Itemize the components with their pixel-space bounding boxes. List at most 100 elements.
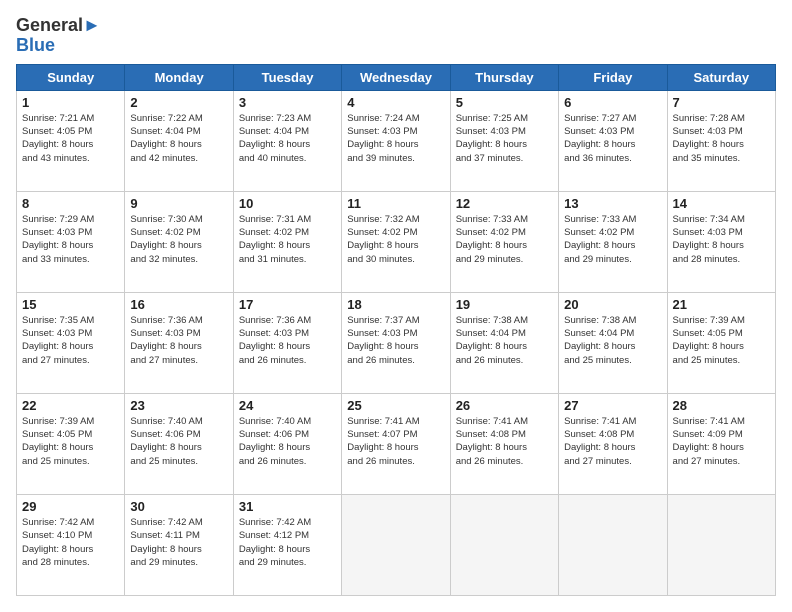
weekday-header: Friday [559,64,667,90]
calendar-cell [342,494,450,595]
calendar-cell: 8 Sunrise: 7:29 AMSunset: 4:03 PMDaylight… [17,191,125,292]
page: General► Blue SundayMondayTuesdayWednesd… [0,0,792,612]
day-info: Sunrise: 7:28 AMSunset: 4:03 PMDaylight:… [673,112,770,165]
day-info: Sunrise: 7:37 AMSunset: 4:03 PMDaylight:… [347,314,444,367]
calendar-cell: 31 Sunrise: 7:42 AMSunset: 4:12 PMDayligh… [233,494,341,595]
day-info: Sunrise: 7:24 AMSunset: 4:03 PMDaylight:… [347,112,444,165]
day-number: 4 [347,95,444,110]
calendar-cell: 2 Sunrise: 7:22 AMSunset: 4:04 PMDaylight… [125,90,233,191]
calendar-cell: 27 Sunrise: 7:41 AMSunset: 4:08 PMDayligh… [559,393,667,494]
day-info: Sunrise: 7:25 AMSunset: 4:03 PMDaylight:… [456,112,553,165]
day-number: 7 [673,95,770,110]
day-number: 28 [673,398,770,413]
day-number: 14 [673,196,770,211]
calendar-cell: 13Sunrise: 7:33 AMSunset: 4:02 PMDayligh… [559,191,667,292]
calendar-cell: 5 Sunrise: 7:25 AMSunset: 4:03 PMDaylight… [450,90,558,191]
day-info: Sunrise: 7:36 AMSunset: 4:03 PMDaylight:… [130,314,227,367]
day-info: Sunrise: 7:42 AMSunset: 4:10 PMDaylight:… [22,516,119,569]
day-info: Sunrise: 7:41 AMSunset: 4:08 PMDaylight:… [456,415,553,468]
day-info: Sunrise: 7:38 AMSunset: 4:04 PMDaylight:… [564,314,661,367]
day-number: 24 [239,398,336,413]
weekday-header: Thursday [450,64,558,90]
day-number: 15 [22,297,119,312]
calendar-cell: 25 Sunrise: 7:41 AMSunset: 4:07 PMDayligh… [342,393,450,494]
day-number: 1 [22,95,119,110]
calendar-cell: 30 Sunrise: 7:42 AMSunset: 4:11 PMDayligh… [125,494,233,595]
day-info: Sunrise: 7:42 AMSunset: 4:12 PMDaylight:… [239,516,336,569]
day-number: 27 [564,398,661,413]
calendar-cell [450,494,558,595]
day-info: Sunrise: 7:41 AMSunset: 4:08 PMDaylight:… [564,415,661,468]
day-info: Sunrise: 7:39 AMSunset: 4:05 PMDaylight:… [22,415,119,468]
day-number: 19 [456,297,553,312]
day-info: Sunrise: 7:21 AMSunset: 4:05 PMDaylight:… [22,112,119,165]
logo-blue: Blue [16,36,101,54]
day-info: Sunrise: 7:38 AMSunset: 4:04 PMDaylight:… [456,314,553,367]
day-info: Sunrise: 7:23 AMSunset: 4:04 PMDaylight:… [239,112,336,165]
day-info: Sunrise: 7:41 AMSunset: 4:07 PMDaylight:… [347,415,444,468]
calendar-cell: 11 Sunrise: 7:32 AMSunset: 4:02 PMDayligh… [342,191,450,292]
weekday-header: Tuesday [233,64,341,90]
calendar-cell [667,494,775,595]
weekday-header: Wednesday [342,64,450,90]
calendar-cell: 12 Sunrise: 7:33 AMSunset: 4:02 PMDayligh… [450,191,558,292]
day-number: 2 [130,95,227,110]
calendar-cell: 26Sunrise: 7:41 AMSunset: 4:08 PMDayligh… [450,393,558,494]
day-number: 3 [239,95,336,110]
day-number: 18 [347,297,444,312]
day-info: Sunrise: 7:34 AMSunset: 4:03 PMDaylight:… [673,213,770,266]
logo-text: General► [16,16,101,36]
logo: General► Blue [16,16,101,54]
day-number: 29 [22,499,119,514]
calendar-cell: 9 Sunrise: 7:30 AMSunset: 4:02 PMDaylight… [125,191,233,292]
day-number: 23 [130,398,227,413]
day-number: 25 [347,398,444,413]
calendar-cell: 24Sunrise: 7:40 AMSunset: 4:06 PMDayligh… [233,393,341,494]
calendar-cell [559,494,667,595]
calendar-cell: 7 Sunrise: 7:28 AMSunset: 4:03 PMDaylight… [667,90,775,191]
calendar-cell: 16Sunrise: 7:36 AMSunset: 4:03 PMDayligh… [125,292,233,393]
calendar-cell: 15 Sunrise: 7:35 AMSunset: 4:03 PMDayligh… [17,292,125,393]
calendar-cell: 10 Sunrise: 7:31 AMSunset: 4:02 PMDayligh… [233,191,341,292]
weekday-header: Sunday [17,64,125,90]
weekday-header: Monday [125,64,233,90]
day-number: 8 [22,196,119,211]
day-number: 11 [347,196,444,211]
weekday-header: Saturday [667,64,775,90]
day-number: 30 [130,499,227,514]
day-number: 17 [239,297,336,312]
day-info: Sunrise: 7:30 AMSunset: 4:02 PMDaylight:… [130,213,227,266]
day-number: 20 [564,297,661,312]
calendar-cell: 28 Sunrise: 7:41 AMSunset: 4:09 PMDayligh… [667,393,775,494]
day-info: Sunrise: 7:33 AMSunset: 4:02 PMDaylight:… [456,213,553,266]
day-number: 31 [239,499,336,514]
day-info: Sunrise: 7:36 AMSunset: 4:03 PMDaylight:… [239,314,336,367]
day-number: 12 [456,196,553,211]
day-info: Sunrise: 7:31 AMSunset: 4:02 PMDaylight:… [239,213,336,266]
day-info: Sunrise: 7:22 AMSunset: 4:04 PMDaylight:… [130,112,227,165]
day-info: Sunrise: 7:32 AMSunset: 4:02 PMDaylight:… [347,213,444,266]
calendar-cell: 3 Sunrise: 7:23 AMSunset: 4:04 PMDaylight… [233,90,341,191]
day-number: 9 [130,196,227,211]
day-number: 21 [673,297,770,312]
day-info: Sunrise: 7:42 AMSunset: 4:11 PMDaylight:… [130,516,227,569]
day-number: 5 [456,95,553,110]
day-info: Sunrise: 7:35 AMSunset: 4:03 PMDaylight:… [22,314,119,367]
calendar-cell: 6Sunrise: 7:27 AMSunset: 4:03 PMDaylight… [559,90,667,191]
calendar-cell: 4 Sunrise: 7:24 AMSunset: 4:03 PMDaylight… [342,90,450,191]
day-info: Sunrise: 7:29 AMSunset: 4:03 PMDaylight:… [22,213,119,266]
calendar-cell: 19 Sunrise: 7:38 AMSunset: 4:04 PMDayligh… [450,292,558,393]
calendar-cell: 18 Sunrise: 7:37 AMSunset: 4:03 PMDayligh… [342,292,450,393]
calendar-cell: 14 Sunrise: 7:34 AMSunset: 4:03 PMDayligh… [667,191,775,292]
calendar-cell: 1 Sunrise: 7:21 AMSunset: 4:05 PMDaylight… [17,90,125,191]
day-number: 13 [564,196,661,211]
calendar-cell: 21 Sunrise: 7:39 AMSunset: 4:05 PMDayligh… [667,292,775,393]
calendar-cell: 22Sunrise: 7:39 AMSunset: 4:05 PMDayligh… [17,393,125,494]
day-info: Sunrise: 7:41 AMSunset: 4:09 PMDaylight:… [673,415,770,468]
calendar-cell: 20 Sunrise: 7:38 AMSunset: 4:04 PMDayligh… [559,292,667,393]
day-number: 10 [239,196,336,211]
calendar-cell: 29 Sunrise: 7:42 AMSunset: 4:10 PMDayligh… [17,494,125,595]
day-info: Sunrise: 7:39 AMSunset: 4:05 PMDaylight:… [673,314,770,367]
calendar-cell: 23Sunrise: 7:40 AMSunset: 4:06 PMDayligh… [125,393,233,494]
header: General► Blue [16,16,776,54]
